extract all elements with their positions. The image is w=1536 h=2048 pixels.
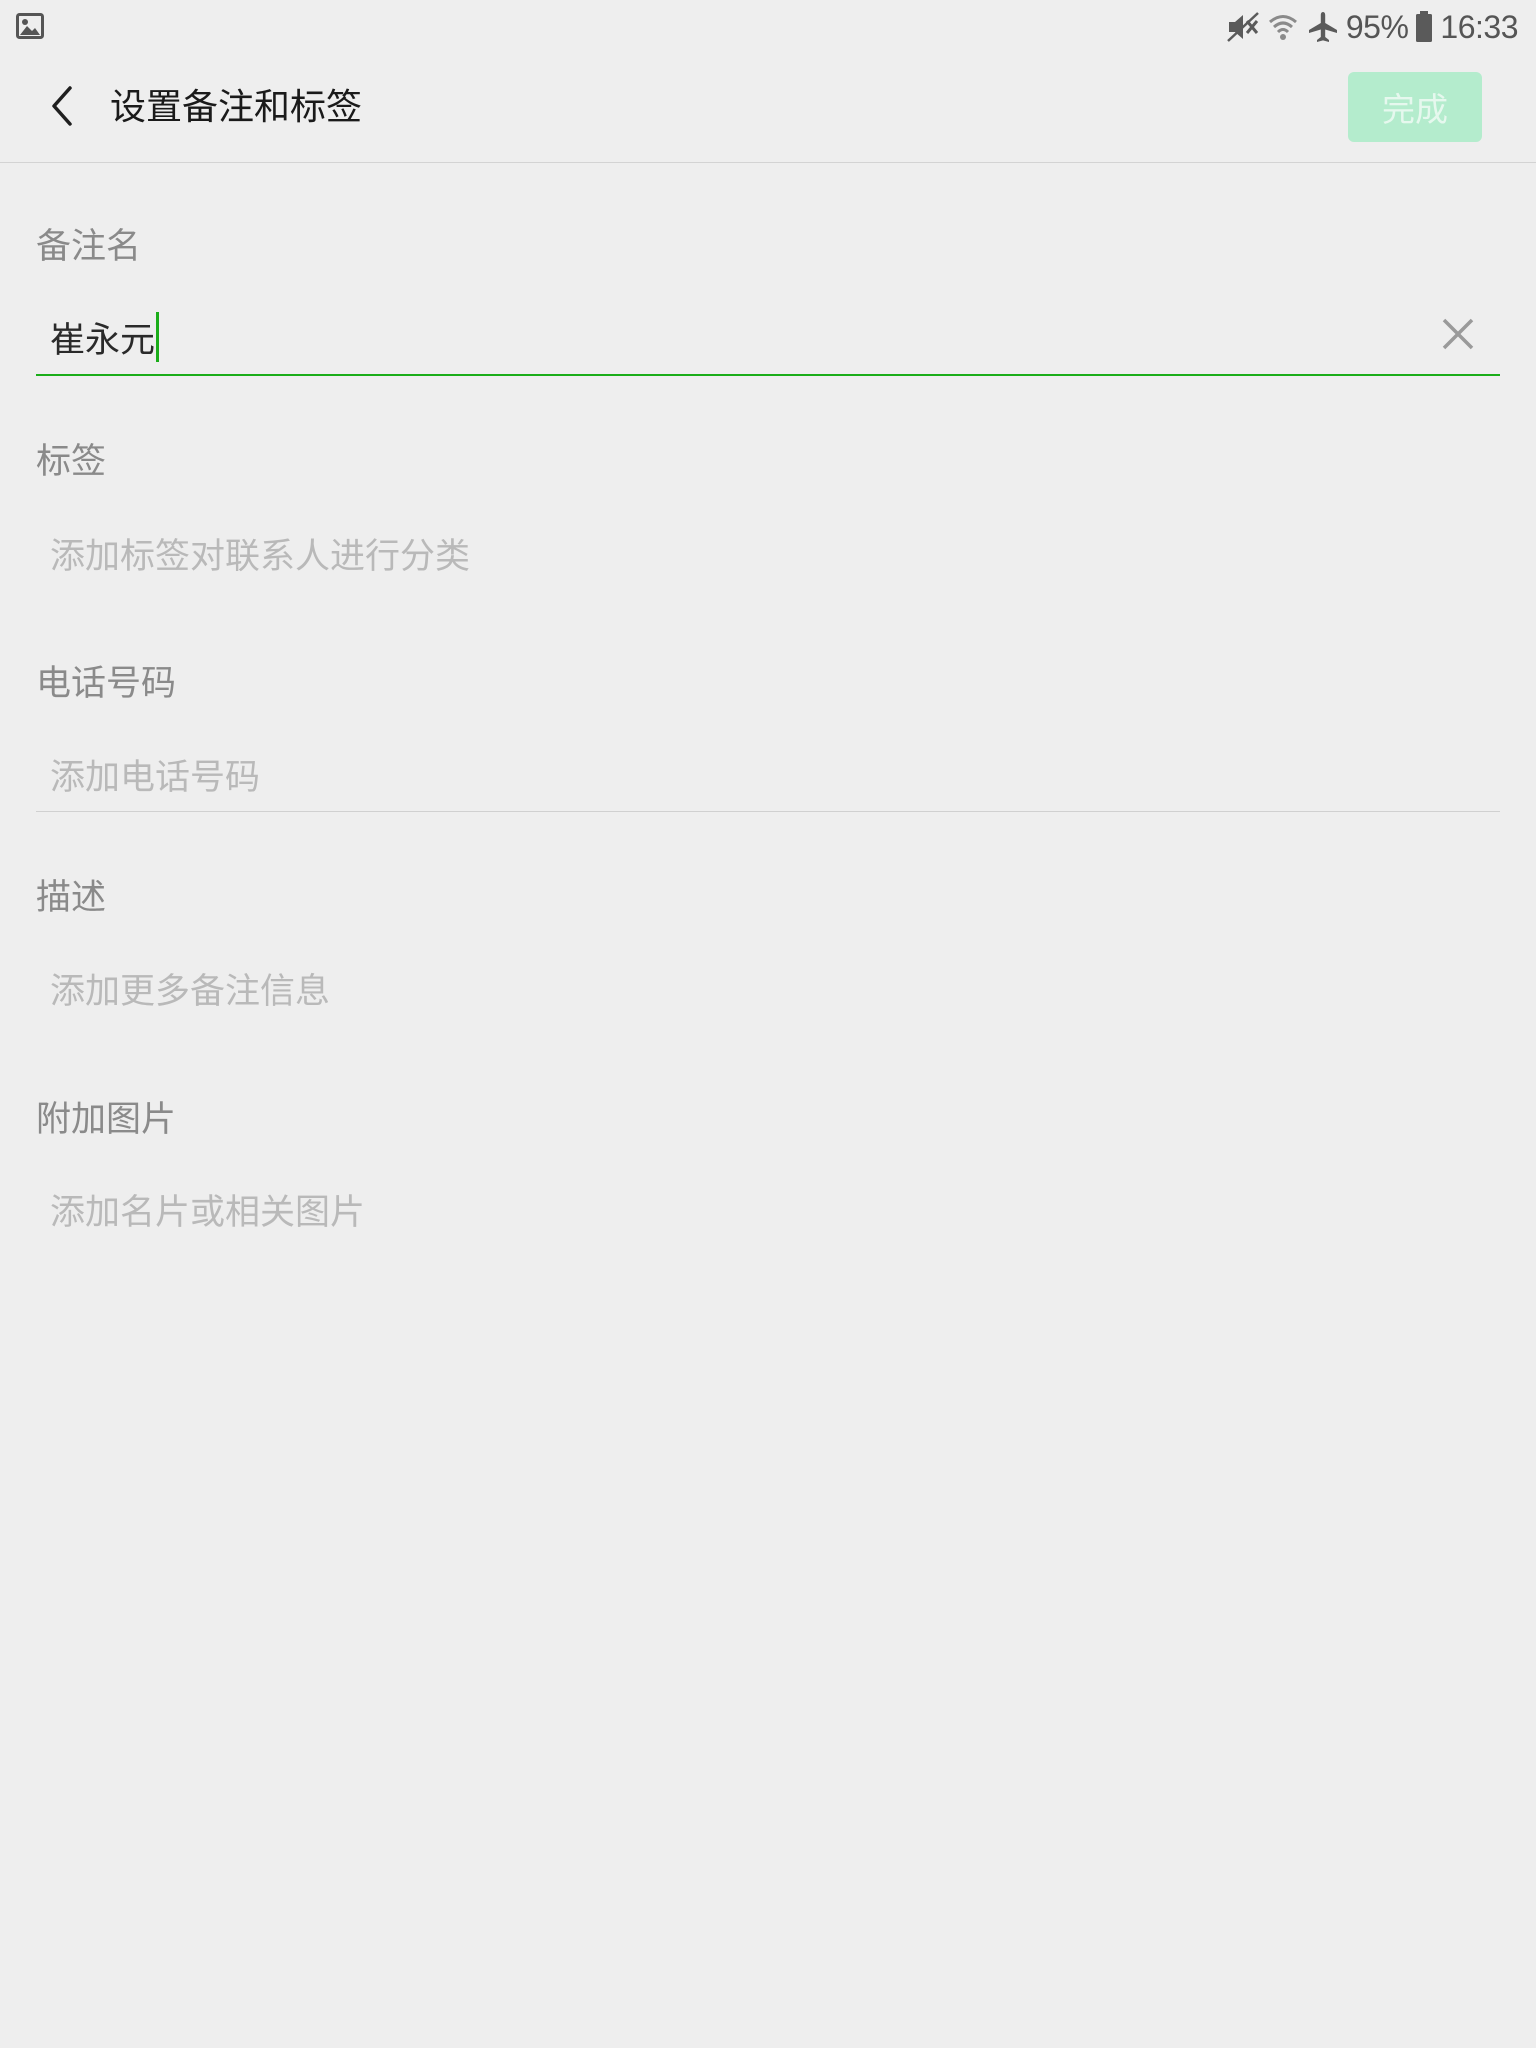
gallery-icon bbox=[16, 13, 44, 39]
wifi-icon bbox=[1266, 10, 1300, 44]
phone-label: 电话号码 bbox=[36, 664, 177, 704]
app-bar: 设置备注和标签 完成 bbox=[0, 54, 1536, 163]
close-icon bbox=[1441, 317, 1475, 355]
remark-input[interactable]: 崔永元 bbox=[50, 307, 160, 367]
clock: 16:33 bbox=[1440, 8, 1518, 45]
clear-button[interactable] bbox=[1430, 308, 1486, 364]
phone-divider bbox=[36, 811, 1500, 812]
tags-add-field[interactable]: 添加标签对联系人进行分类 bbox=[50, 528, 470, 579]
tags-label: 标签 bbox=[36, 442, 107, 482]
text-cursor bbox=[156, 312, 160, 362]
chevron-left-icon bbox=[48, 84, 76, 132]
airplane-icon bbox=[1306, 10, 1340, 44]
remark-label: 备注名 bbox=[36, 227, 142, 267]
page-title: 设置备注和标签 bbox=[110, 87, 363, 128]
back-button[interactable] bbox=[28, 76, 96, 140]
photos-add-field[interactable]: 添加名片或相关图片 bbox=[50, 1184, 365, 1235]
battery-percentage: 95% bbox=[1345, 8, 1409, 45]
done-button[interactable]: 完成 bbox=[1348, 72, 1482, 142]
status-bar: 95% 16:33 bbox=[0, 0, 1536, 54]
remark-input-underline bbox=[36, 374, 1500, 376]
photos-label: 附加图片 bbox=[36, 1100, 177, 1140]
battery-icon bbox=[1414, 10, 1434, 44]
remark-input-value: 崔永元 bbox=[50, 320, 156, 361]
phone-add-field[interactable]: 添加电话号码 bbox=[50, 749, 260, 800]
description-add-field[interactable]: 添加更多备注信息 bbox=[50, 963, 330, 1014]
description-label: 描述 bbox=[36, 878, 107, 918]
mute-icon bbox=[1226, 10, 1260, 44]
status-icons: 95% 16:33 bbox=[1226, 6, 1518, 48]
